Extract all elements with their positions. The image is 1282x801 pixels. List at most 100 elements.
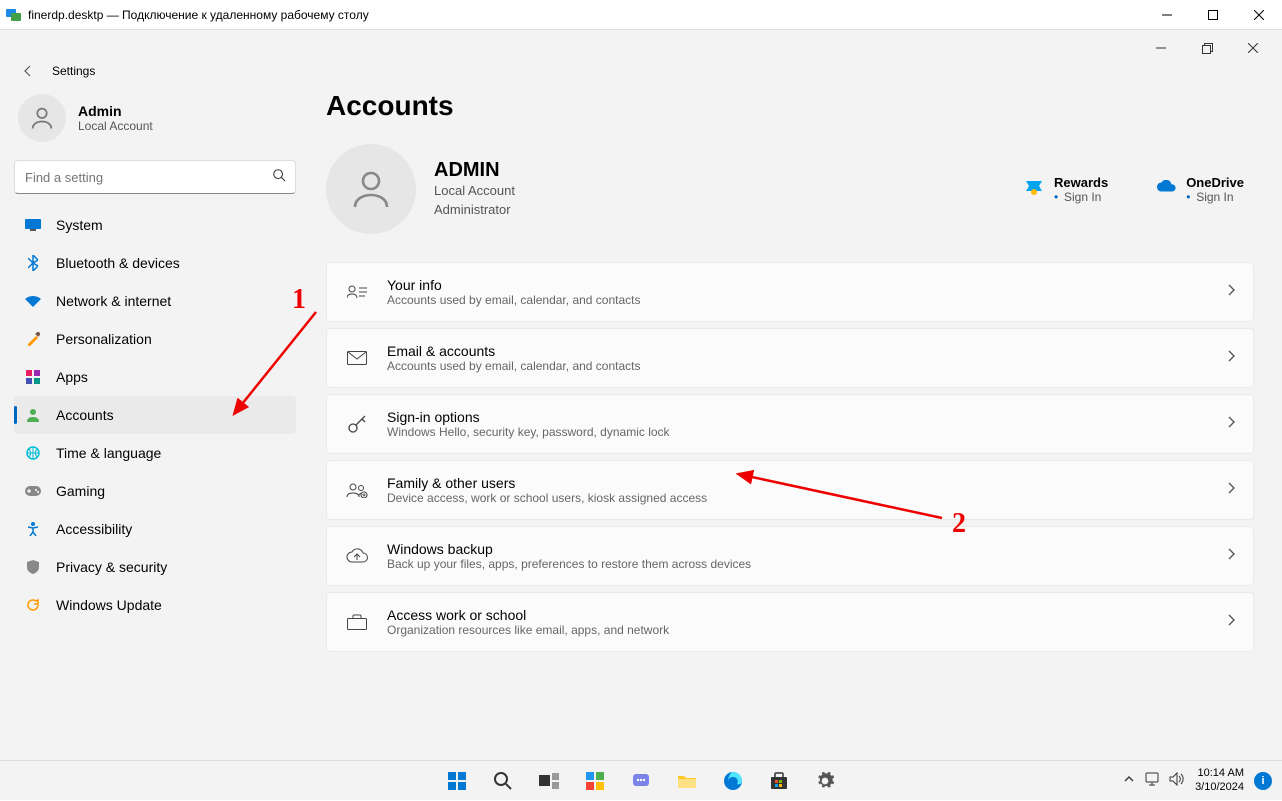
content-area: Accounts ADMIN Local Account Administrat… xyxy=(310,86,1282,760)
chevron-right-icon xyxy=(1227,283,1235,301)
person-card-icon xyxy=(345,284,369,300)
nav-icon xyxy=(24,520,42,538)
account-line1: Local Account xyxy=(434,182,515,200)
card-family-other-users[interactable]: Family & other usersDevice access, work … xyxy=(326,460,1254,520)
card-your-info[interactable]: Your infoAccounts used by email, calenda… xyxy=(326,262,1254,322)
back-button[interactable] xyxy=(18,64,38,78)
card-title: Your info xyxy=(387,277,640,293)
sidebar-item-bluetooth-devices[interactable]: Bluetooth & devices xyxy=(14,244,296,282)
nav-label: Network & internet xyxy=(56,293,171,309)
nav-label: Apps xyxy=(56,369,88,385)
tray-chevron-icon[interactable] xyxy=(1123,772,1135,790)
notifications-icon[interactable]: i xyxy=(1254,772,1272,790)
settings-window-controls xyxy=(0,30,1282,56)
sidebar-item-windows-update[interactable]: Windows Update xyxy=(14,586,296,624)
card-subtitle: Back up your files, apps, preferences to… xyxy=(387,557,751,571)
task-view-button[interactable] xyxy=(529,761,569,801)
page-title: Accounts xyxy=(326,90,1254,122)
widgets-button[interactable] xyxy=(575,761,615,801)
chevron-right-icon xyxy=(1227,349,1235,367)
sidebar-item-personalization[interactable]: Personalization xyxy=(14,320,296,358)
explorer-button[interactable] xyxy=(667,761,707,801)
nav-label: Accessibility xyxy=(56,521,132,537)
rdp-close-button[interactable] xyxy=(1236,0,1282,30)
sidebar: Admin Local Account System Bluetooth & de… xyxy=(0,86,310,760)
nav-label: Windows Update xyxy=(56,597,162,613)
account-line2: Administrator xyxy=(434,201,515,219)
card-subtitle: Windows Hello, security key, password, d… xyxy=(387,425,670,439)
nav-icon xyxy=(24,330,42,348)
avatar-icon xyxy=(18,94,66,142)
sidebar-item-apps[interactable]: Apps xyxy=(14,358,296,396)
settings-taskbar-button[interactable] xyxy=(805,761,845,801)
onedrive-link[interactable]: Sign In xyxy=(1186,190,1244,204)
taskbar-time: 10:14 AM xyxy=(1195,767,1244,780)
nav-label: Privacy & security xyxy=(56,559,167,575)
rewards-title: Rewards xyxy=(1054,175,1108,190)
card-sign-in-options[interactable]: Sign-in optionsWindows Hello, security k… xyxy=(326,394,1254,454)
card-subtitle: Device access, work or school users, kio… xyxy=(387,491,707,505)
nav-label: Gaming xyxy=(56,483,105,499)
nav-label: Accounts xyxy=(56,407,114,423)
taskbar-search-button[interactable] xyxy=(483,761,523,801)
nav-icon xyxy=(24,254,42,272)
settings-maximize-button[interactable] xyxy=(1184,36,1230,60)
card-subtitle: Organization resources like email, apps,… xyxy=(387,623,669,637)
chat-button[interactable] xyxy=(621,761,661,801)
nav-icon xyxy=(24,292,42,310)
nav-icon xyxy=(24,596,42,614)
taskbar: 10:14 AM 3/10/2024 i xyxy=(0,760,1282,800)
chevron-right-icon xyxy=(1227,481,1235,499)
taskbar-clock[interactable]: 10:14 AM 3/10/2024 xyxy=(1195,767,1244,793)
rewards-block[interactable]: Rewards Sign In xyxy=(1024,175,1108,204)
sidebar-item-system[interactable]: System xyxy=(14,206,296,244)
rewards-icon xyxy=(1024,177,1044,197)
settings-label: Settings xyxy=(52,64,95,78)
nav-icon xyxy=(24,216,42,234)
edge-button[interactable] xyxy=(713,761,753,801)
start-button[interactable] xyxy=(437,761,477,801)
settings-minimize-button[interactable] xyxy=(1138,36,1184,60)
nav-icon xyxy=(24,368,42,386)
search-box[interactable] xyxy=(14,160,296,194)
rdp-minimize-button[interactable] xyxy=(1144,0,1190,30)
sidebar-item-accessibility[interactable]: Accessibility xyxy=(14,510,296,548)
rdp-title-bar: finerdp.desktp — Подключение к удаленном… xyxy=(0,0,1282,30)
sidebar-item-accounts[interactable]: Accounts xyxy=(14,396,296,434)
account-header: ADMIN Local Account Administrator Reward… xyxy=(326,144,1254,234)
rewards-link[interactable]: Sign In xyxy=(1054,190,1108,204)
nav-label: Bluetooth & devices xyxy=(56,255,180,271)
onedrive-title: OneDrive xyxy=(1186,175,1244,190)
network-icon[interactable] xyxy=(1145,772,1161,789)
sidebar-item-network-internet[interactable]: Network & internet xyxy=(14,282,296,320)
card-title: Access work or school xyxy=(387,607,669,623)
nav-icon xyxy=(24,406,42,424)
briefcase-icon xyxy=(345,614,369,630)
rdp-maximize-button[interactable] xyxy=(1190,0,1236,30)
card-access-work-or-school[interactable]: Access work or schoolOrganization resour… xyxy=(326,592,1254,652)
sidebar-item-gaming[interactable]: Gaming xyxy=(14,472,296,510)
search-input[interactable] xyxy=(14,160,296,194)
search-icon xyxy=(272,168,286,185)
settings-close-button[interactable] xyxy=(1230,36,1276,60)
taskbar-date: 3/10/2024 xyxy=(1195,781,1244,794)
chevron-right-icon xyxy=(1227,613,1235,631)
nav-label: Personalization xyxy=(56,331,152,347)
card-windows-backup[interactable]: Windows backupBack up your files, apps, … xyxy=(326,526,1254,586)
card-title: Sign-in options xyxy=(387,409,670,425)
key-icon xyxy=(345,414,369,434)
nav-icon xyxy=(24,482,42,500)
store-button[interactable] xyxy=(759,761,799,801)
card-subtitle: Accounts used by email, calendar, and co… xyxy=(387,293,640,307)
nav-label: Time & language xyxy=(56,445,161,461)
sidebar-item-time-language[interactable]: Time & language xyxy=(14,434,296,472)
sidebar-item-privacy-security[interactable]: Privacy & security xyxy=(14,548,296,586)
nav-icon xyxy=(24,558,42,576)
sidebar-user-block[interactable]: Admin Local Account xyxy=(14,90,296,160)
onedrive-block[interactable]: OneDrive Sign In xyxy=(1156,175,1244,204)
card-email-accounts[interactable]: Email & accountsAccounts used by email, … xyxy=(326,328,1254,388)
card-title: Windows backup xyxy=(387,541,751,557)
volume-icon[interactable] xyxy=(1169,772,1185,789)
settings-header: Settings xyxy=(0,56,1282,86)
rdp-icon xyxy=(6,7,22,23)
